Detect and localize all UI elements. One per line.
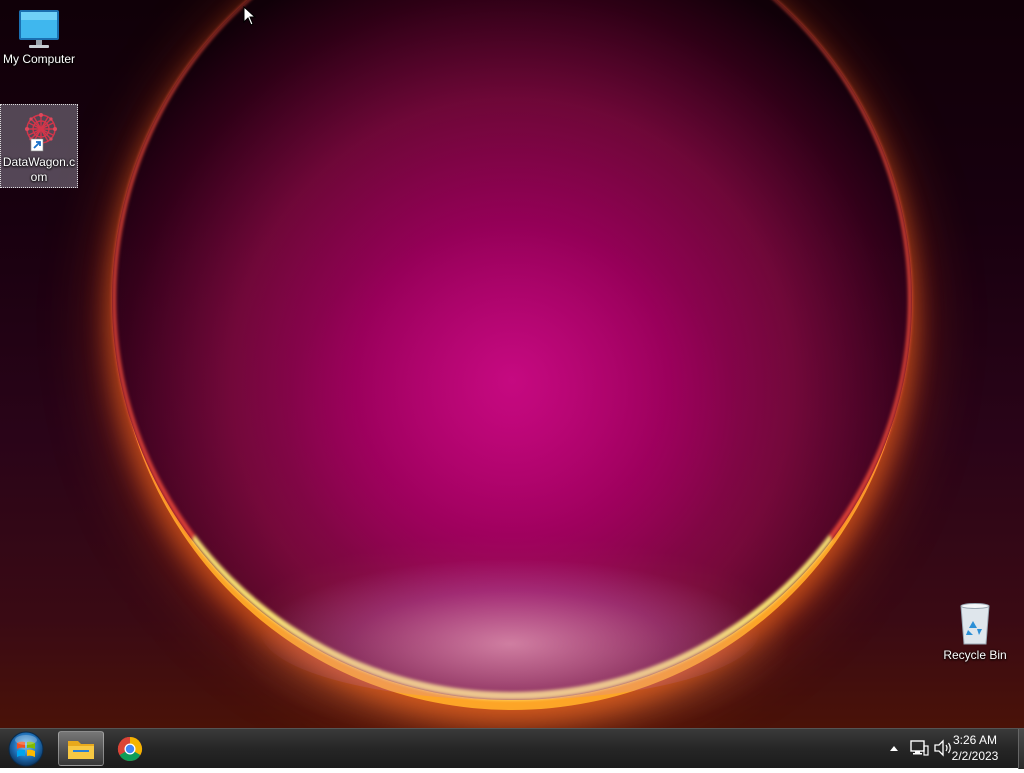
taskbar: 3:26 AM 2/2/2023 — [0, 728, 1024, 769]
taskbar-chrome-button[interactable] — [107, 731, 153, 766]
chrome-icon — [117, 737, 143, 762]
desktop[interactable]: My Computer DataWagon.com Recycle Bin — [0, 0, 1024, 728]
desktop-icon-label: Recycle Bin — [943, 648, 1007, 662]
clock-time: 3:26 AM — [952, 733, 998, 747]
desktop-icon-label: DataWagon.com — [2, 155, 76, 184]
desktop-icon-recycle-bin[interactable]: Recycle Bin — [936, 602, 1014, 663]
show-desktop-button[interactable] — [1018, 729, 1024, 769]
desktop-icon-datawagon[interactable]: DataWagon.com — [0, 104, 78, 188]
desktop-icon-my-computer[interactable]: My Computer — [0, 8, 78, 67]
mouse-cursor-icon — [243, 6, 257, 26]
network-icon[interactable] — [909, 739, 929, 757]
windows-start-orb-icon — [8, 731, 44, 767]
taskbar-clock[interactable]: 3:26 AM 2/2/2023 — [940, 732, 1010, 764]
folder-icon — [68, 741, 94, 759]
start-button[interactable] — [6, 730, 48, 768]
wallpaper-glow — [260, 560, 760, 700]
taskbar-file-explorer-button[interactable] — [58, 731, 104, 766]
datawagon-shortcut-icon — [25, 113, 57, 152]
clock-date: 2/2/2023 — [951, 749, 999, 763]
show-hidden-icons-arrow-icon[interactable] — [889, 744, 899, 752]
monitor-icon — [19, 10, 59, 48]
recycle-bin-icon — [960, 603, 990, 645]
desktop-icon-label: My Computer — [2, 52, 76, 66]
